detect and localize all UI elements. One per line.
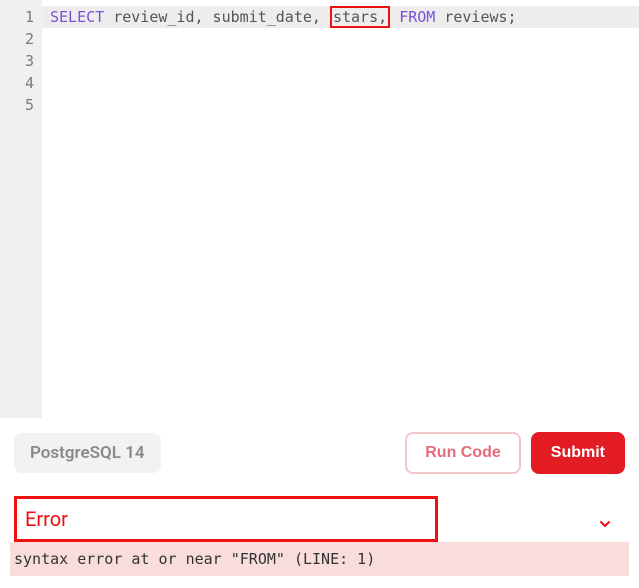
line-number: 5 (0, 94, 34, 116)
table-text: reviews; (435, 8, 516, 26)
line-number: 4 (0, 72, 34, 94)
error-message-text: syntax error at or near "FROM" (LINE: 1) (14, 550, 375, 568)
code-line-4[interactable] (42, 72, 639, 94)
line-number: 3 (0, 50, 34, 72)
run-code-button[interactable]: Run Code (405, 432, 521, 474)
line-number: 1 (0, 6, 34, 28)
code-pane[interactable]: SELECT review_id, submit_date, stars, FR… (42, 0, 639, 418)
space (390, 8, 399, 26)
error-panel: Error (14, 496, 438, 542)
code-line-1[interactable]: SELECT review_id, submit_date, stars, FR… (42, 6, 639, 28)
keyword-select: SELECT (50, 8, 104, 26)
database-badge: PostgreSQL 14 (14, 433, 161, 473)
line-number: 2 (0, 28, 34, 50)
code-line-2[interactable] (42, 28, 639, 50)
code-editor[interactable]: 1 2 3 4 5 SELECT review_id, submit_date,… (0, 0, 639, 418)
columns-text: review_id, submit_date, (104, 8, 330, 26)
keyword-from: FROM (399, 8, 435, 26)
code-line-3[interactable] (42, 50, 639, 72)
error-message-body: syntax error at or near "FROM" (LINE: 1) (10, 542, 629, 576)
code-line-5[interactable] (42, 94, 639, 116)
collapse-error-button[interactable] (597, 516, 613, 536)
toolbar: PostgreSQL 14 Run Code Submit (0, 418, 639, 490)
submit-button[interactable]: Submit (531, 432, 625, 474)
error-highlight-box: stars, (330, 6, 390, 28)
chevron-down-icon (597, 517, 613, 536)
error-title: Error (23, 505, 429, 539)
line-number-gutter: 1 2 3 4 5 (0, 0, 42, 418)
